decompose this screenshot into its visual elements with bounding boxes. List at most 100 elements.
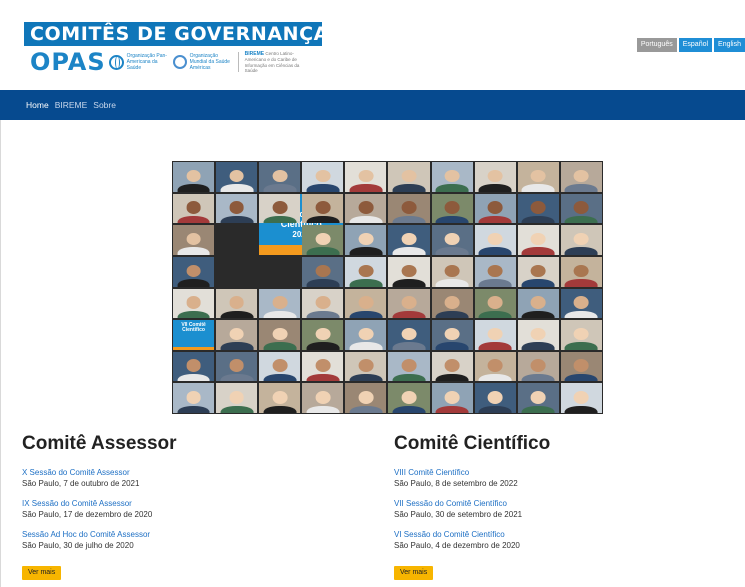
participant-head bbox=[315, 169, 331, 183]
site-title-banner[interactable]: COMITÊS DE GOVERNANÇA bbox=[24, 22, 322, 46]
lang-button-espanol[interactable]: Español bbox=[678, 38, 713, 52]
participant-head bbox=[229, 169, 245, 183]
nav-item-home[interactable]: Home bbox=[26, 100, 49, 110]
video-tile bbox=[560, 288, 602, 319]
participant-body bbox=[177, 247, 210, 255]
nav-item-bireme[interactable]: BIREME bbox=[55, 100, 88, 110]
video-tile bbox=[560, 193, 602, 224]
video-tile bbox=[560, 225, 602, 255]
lang-button-portugues[interactable]: Português bbox=[636, 38, 677, 52]
participant-head bbox=[358, 201, 374, 214]
participant-head bbox=[401, 391, 417, 404]
participant-head bbox=[229, 391, 245, 404]
participant-head bbox=[444, 359, 460, 372]
participant-body bbox=[565, 373, 598, 382]
entry-date: São Paulo, 4 de dezembro de 2020 bbox=[394, 541, 520, 550]
logo-row[interactable]: OPAS Organização Pan-Americana da Saúde … bbox=[30, 50, 309, 74]
participant-body bbox=[177, 373, 210, 382]
participant-body bbox=[177, 310, 210, 319]
participant-head bbox=[358, 359, 374, 372]
participant-body bbox=[177, 215, 210, 224]
participant-body bbox=[521, 373, 555, 382]
video-tile bbox=[560, 256, 602, 287]
entry-link[interactable]: VI Sessão do Comitê Científico bbox=[394, 530, 714, 540]
participant-head bbox=[530, 359, 546, 372]
video-tile bbox=[388, 383, 430, 413]
nav-item-sobre[interactable]: Sobre bbox=[93, 100, 116, 110]
paho-org-name: Organização Pan-Americana da Saúde bbox=[126, 53, 167, 71]
participant-body bbox=[220, 184, 254, 192]
participant-body bbox=[565, 247, 598, 255]
entry-link[interactable]: IX Sessão do Comitê Assessor bbox=[22, 499, 342, 509]
entry-link[interactable]: Sessão Ad Hoc do Comitê Assessor bbox=[22, 530, 342, 540]
video-tile bbox=[517, 383, 559, 413]
video-tile bbox=[216, 383, 258, 413]
participant-body bbox=[521, 405, 555, 413]
participant-head bbox=[358, 264, 374, 277]
video-tile bbox=[474, 256, 516, 287]
entry-link[interactable]: VIII Comitê Científico bbox=[394, 468, 714, 478]
participant-head bbox=[574, 264, 589, 277]
participant-head bbox=[574, 359, 589, 372]
video-tile bbox=[173, 256, 215, 287]
video-tile bbox=[388, 256, 430, 287]
language-switcher: Português Español English bbox=[636, 38, 745, 52]
participant-head bbox=[444, 232, 460, 246]
video-tile bbox=[517, 288, 559, 319]
who-org-name: Organização Mundial da Saúde Américas bbox=[190, 53, 232, 71]
participant-head bbox=[358, 327, 374, 341]
video-tile bbox=[259, 351, 301, 382]
participant-body bbox=[435, 405, 469, 413]
participant-body bbox=[521, 215, 555, 224]
list-item: VII Sessão do Comitê Científico São Paul… bbox=[394, 499, 714, 520]
video-tile bbox=[345, 225, 387, 255]
participant-body bbox=[478, 342, 512, 350]
video-tile bbox=[517, 193, 559, 224]
ver-mais-button-cientifico[interactable]: Ver mais bbox=[394, 566, 434, 580]
list-item: Sessão Ad Hoc do Comitê Assessor São Pau… bbox=[22, 530, 342, 551]
video-tile bbox=[216, 288, 258, 319]
collage-feature-card-small: VII Comitê Científico bbox=[173, 320, 215, 350]
participant-head bbox=[401, 232, 417, 246]
participant-body bbox=[306, 373, 340, 382]
bireme-logo-text: BIREME Centro Latino-Americano e do Cari… bbox=[245, 51, 309, 74]
entry-link[interactable]: X Sessão do Comitê Assessor bbox=[22, 468, 342, 478]
participant-body bbox=[392, 247, 426, 255]
participant-head bbox=[272, 201, 288, 214]
participant-body bbox=[392, 215, 426, 224]
participant-head bbox=[574, 232, 589, 246]
entry-link[interactable]: VII Sessão do Comitê Científico bbox=[394, 499, 714, 509]
participant-body bbox=[306, 184, 340, 192]
video-tile bbox=[302, 288, 344, 319]
site-header: COMITÊS DE GOVERNANÇA OPAS Organização P… bbox=[0, 0, 745, 90]
participant-head bbox=[229, 296, 245, 309]
section-title-cientifico: Comitê Científico bbox=[394, 433, 551, 454]
participant-head bbox=[530, 264, 546, 277]
participant-body bbox=[263, 184, 297, 192]
participant-body bbox=[220, 215, 254, 224]
participant-body bbox=[392, 373, 426, 382]
video-tile bbox=[388, 225, 430, 255]
video-tile bbox=[560, 383, 602, 413]
ver-mais-button-assessor[interactable]: Ver mais bbox=[22, 566, 62, 580]
participant-head bbox=[272, 296, 288, 309]
video-tile bbox=[560, 162, 602, 192]
participant-body bbox=[306, 247, 340, 255]
participant-body bbox=[565, 405, 598, 413]
participant-head bbox=[186, 359, 201, 372]
participant-body bbox=[565, 279, 598, 287]
participant-body bbox=[177, 405, 210, 413]
participant-body bbox=[220, 373, 254, 382]
participant-body bbox=[435, 279, 469, 287]
participant-head bbox=[401, 359, 417, 372]
video-tile bbox=[259, 162, 301, 192]
lang-button-english[interactable]: English bbox=[714, 38, 745, 52]
list-item: X Sessão do Comitê Assessor São Paulo, 7… bbox=[22, 468, 342, 489]
participant-body bbox=[349, 279, 383, 287]
comite-assessor-section: Comitê Assessor X Sessão do Comitê Asses… bbox=[22, 433, 342, 580]
who-emblem-icon bbox=[172, 55, 187, 69]
participant-body bbox=[478, 310, 512, 319]
participant-body bbox=[392, 184, 426, 192]
video-tile bbox=[302, 383, 344, 413]
meeting-collage-image: OPS VII Comitê Científico 2021 VII Comit… bbox=[172, 161, 603, 414]
